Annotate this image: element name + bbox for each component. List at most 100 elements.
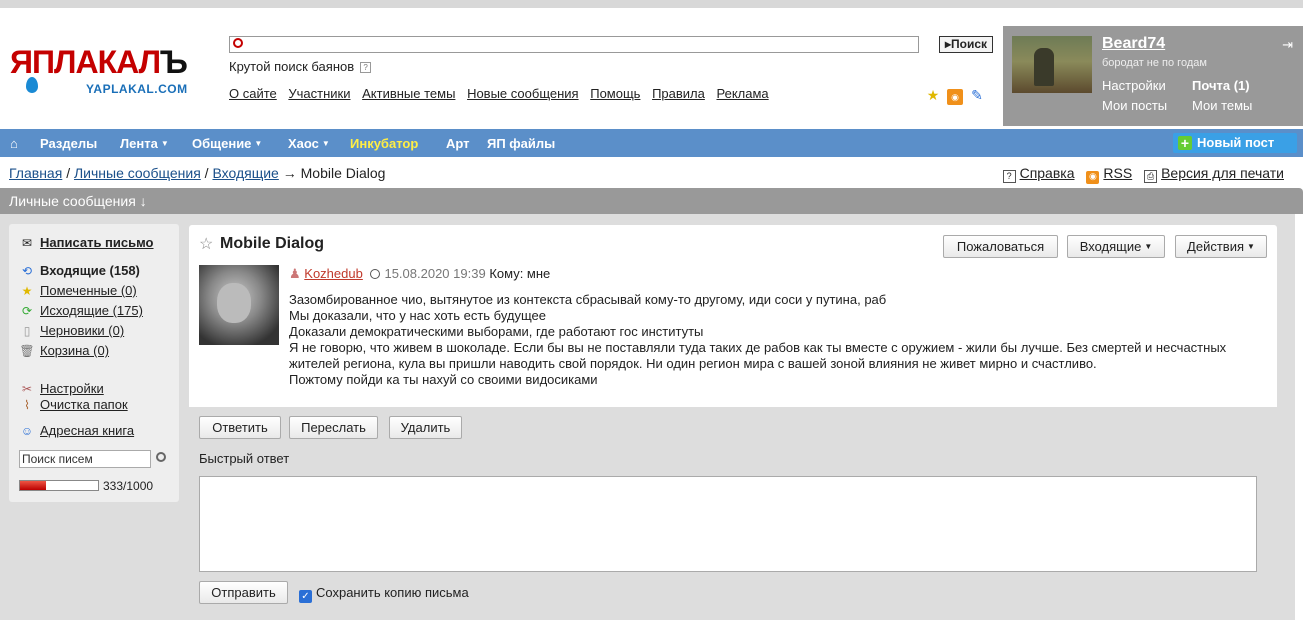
compose-label: Написать письмо <box>40 235 154 250</box>
breadcrumb-home[interactable]: Главная <box>9 165 62 181</box>
user-tagline: бородат не по годам <box>1102 57 1207 69</box>
logo-text: ЯПЛАКАЛ <box>10 44 161 80</box>
user-mail-link[interactable]: Почта (1) <box>1192 78 1250 93</box>
site-logo[interactable]: ЯПЛАКАЛЪ YAPLAKAL.COM <box>10 44 210 104</box>
inbox-dropdown-button[interactable]: Входящие ▼ <box>1067 235 1165 258</box>
checkbox-checked-icon: ✓ <box>299 590 312 603</box>
menu-talk[interactable]: Общение ▼ <box>192 136 262 151</box>
mail-sidebar: ✉ Написать письмо ⟲ Входящие (158) ★ Помече… <box>9 224 179 502</box>
chevron-down-icon: ▼ <box>1144 242 1153 251</box>
home-icon[interactable]: ⌂ <box>10 136 18 151</box>
nav-active-topics[interactable]: Активные темы <box>362 86 455 101</box>
menu-incubator[interactable]: Инкубатор <box>350 136 418 151</box>
sender-avatar[interactable] <box>199 265 279 345</box>
search-hint-text: Крутой поиск баянов <box>229 59 355 74</box>
folder-starred[interactable]: ★ Помеченные (0) <box>19 283 137 298</box>
draft-icon: ▯ <box>23 324 31 338</box>
actions-dropdown-button[interactable]: Действия ▼ <box>1175 235 1267 258</box>
reply-button[interactable]: Ответить <box>199 416 281 439</box>
breadcrumb: Главная / Личные сообщения / Входящие → … <box>9 165 385 181</box>
folder-trash[interactable]: 🗑 Корзина (0) <box>19 343 109 358</box>
rss-icon: ◉ <box>1086 171 1100 184</box>
plus-icon: + <box>1178 136 1192 150</box>
message-date: 15.08.2020 19:39 <box>384 266 486 281</box>
print-version-link[interactable]: Версия для печати <box>1161 165 1284 181</box>
outbox-icon: ⟳ <box>21 304 33 318</box>
message-line: Доказали демократическими выборами, где … <box>289 324 704 339</box>
nav-members[interactable]: Участники <box>288 86 350 101</box>
breadcrumb-separator: / <box>204 165 209 181</box>
menu-chaos[interactable]: Хаос ▼ <box>288 136 330 151</box>
mail-settings-link[interactable]: ✂ Настройки <box>19 381 104 396</box>
message-title: Mobile Dialog <box>220 235 324 252</box>
user-avatar[interactable] <box>1012 36 1092 93</box>
nav-about[interactable]: О сайте <box>229 86 277 101</box>
nav-ads[interactable]: Реклама <box>716 86 768 101</box>
quick-reply-textarea[interactable] <box>199 476 1257 572</box>
user-topics-link[interactable]: Мои темы <box>1192 98 1252 113</box>
user-posts-link[interactable]: Мои посты <box>1102 98 1167 113</box>
help-link[interactable]: Справка <box>1020 165 1075 181</box>
top-navigation: О сайте Участники Активные темы Новые со… <box>229 86 777 101</box>
logout-icon[interactable]: ⇥ <box>1282 37 1293 53</box>
username-link[interactable]: Beard74 <box>1102 35 1165 53</box>
delete-button[interactable]: Удалить <box>389 416 462 439</box>
message-body: Зазомбированное чио, вытянутое из контек… <box>289 292 1259 388</box>
breadcrumb-pm[interactable]: Личные сообщения <box>74 165 201 181</box>
clean-folders-link[interactable]: ⌇ Очистка папок <box>19 397 128 412</box>
header-icons: ★ ◉ ✎ <box>925 87 991 105</box>
sender-link[interactable]: Kozhedub <box>304 266 363 281</box>
rss-link[interactable]: RSS <box>1103 165 1132 181</box>
search-button[interactable]: ▸Поиск <box>939 36 993 53</box>
search-icon <box>233 38 243 48</box>
rss-icon[interactable]: ◉ <box>947 89 963 105</box>
send-button[interactable]: Отправить <box>199 581 288 604</box>
advanced-search-link[interactable]: Крутой поиск баянов? <box>229 59 372 74</box>
menu-files[interactable]: ЯП файлы <box>487 136 555 151</box>
nav-new-messages[interactable]: Новые сообщения <box>467 86 579 101</box>
folder-drafts[interactable]: ▯ Черновики (0) <box>19 323 124 338</box>
breadcrumb-inbox[interactable]: Входящие <box>212 165 278 181</box>
user-icon: ♟ <box>289 266 301 281</box>
menu-feed[interactable]: Лента ▼ <box>120 136 169 151</box>
help-icon: ? <box>1002 170 1016 183</box>
message-line: Пожтому пойди ка ты нахуй со своими видо… <box>289 372 598 387</box>
compose-link[interactable]: ✉ Написать письмо <box>19 235 154 250</box>
star-outline-icon[interactable]: ☆ <box>199 234 213 254</box>
edit-pencil-icon[interactable]: ✎ <box>969 87 985 103</box>
new-post-button[interactable]: + Новый пост <box>1173 133 1297 153</box>
search-button-label: Поиск <box>951 37 988 51</box>
user-panel: Beard74 бородат не по годам ⇥ Настройки … <box>1003 26 1303 126</box>
help-icon[interactable]: ? <box>360 62 372 74</box>
nav-rules[interactable]: Правила <box>652 86 705 101</box>
inbox-dropdown-label: Входящие <box>1079 239 1142 254</box>
star-icon: ★ <box>21 284 33 298</box>
address-book-link[interactable]: ☺ Адресная книга <box>19 423 134 438</box>
chevron-down-icon: ▼ <box>160 139 169 148</box>
mail-settings-label: Настройки <box>40 381 104 396</box>
menu-art[interactable]: Арт <box>446 136 470 151</box>
forward-button[interactable]: Переслать <box>289 416 378 439</box>
report-button[interactable]: Пожаловаться <box>943 235 1058 258</box>
nav-help[interactable]: Помощь <box>590 86 640 101</box>
menu-sections[interactable]: Разделы <box>40 136 97 151</box>
folder-inbox[interactable]: ⟲ Входящие (158) <box>19 263 140 278</box>
trash-icon: 🗑 <box>19 344 35 358</box>
search-input[interactable] <box>229 36 919 53</box>
section-title-bar[interactable]: Личные сообщения ↓ <box>0 188 1303 214</box>
message-line: Зазомбированное чио, вытянутое из контек… <box>289 292 887 307</box>
contacts-icon: ☺ <box>20 424 34 438</box>
page-tools: ? Справка ◉ RSS ⎙ Версия для печати <box>1002 165 1284 184</box>
search-icon[interactable] <box>156 452 166 462</box>
menu-feed-label: Лента <box>120 136 158 151</box>
user-settings-link[interactable]: Настройки <box>1102 78 1166 93</box>
folder-outbox[interactable]: ⟳ Исходящие (175) <box>19 303 143 318</box>
broom-icon: ⌇ <box>24 398 30 412</box>
message-line: Мы доказали, что у нас хоть есть будущее <box>289 308 547 323</box>
logo-drop-icon <box>26 77 38 93</box>
favorites-star-icon[interactable]: ★ <box>925 87 941 103</box>
save-copy-checkbox[interactable]: ✓ Сохранить копию письма <box>299 585 469 603</box>
menu-talk-label: Общение <box>192 136 252 151</box>
folder-outbox-label: Исходящие (175) <box>40 303 143 318</box>
mail-search-input[interactable]: Поиск писем <box>19 450 151 468</box>
